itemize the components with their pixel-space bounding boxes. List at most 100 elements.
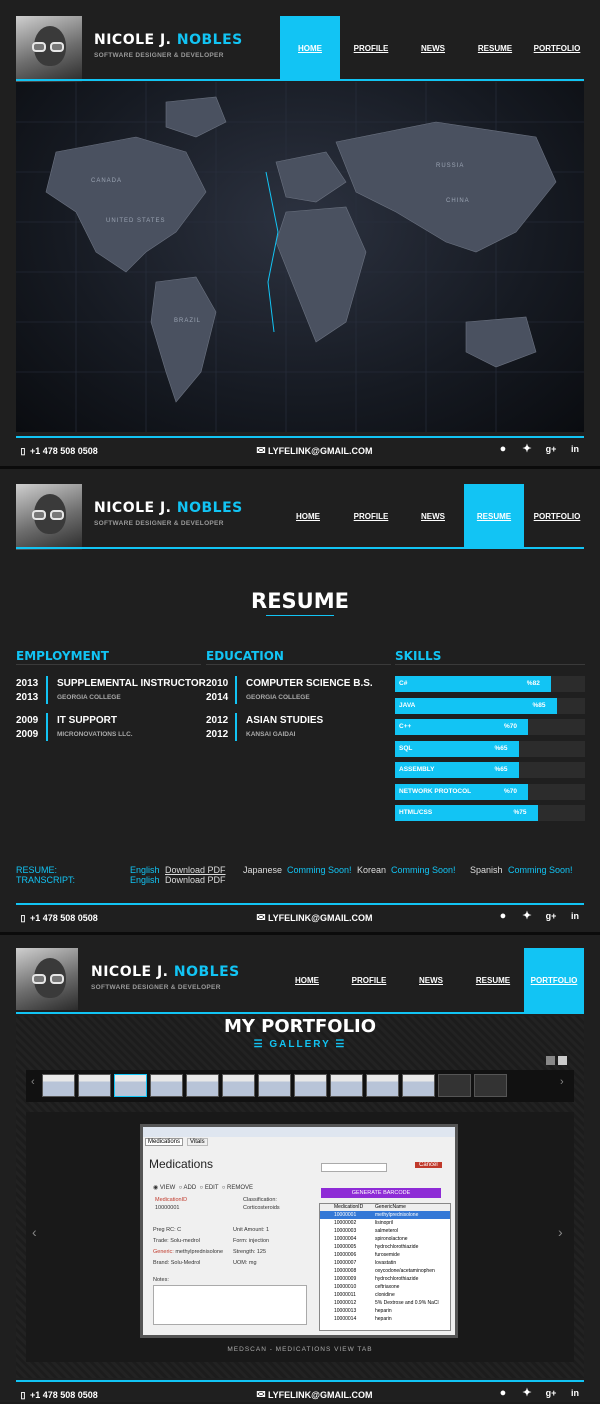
nav-profile[interactable]: PROFILE <box>344 484 398 548</box>
gallery-thumbnail[interactable] <box>186 1074 219 1097</box>
table-row[interactable]: 10000003 salmeterol <box>320 1227 450 1235</box>
medications-table: MedicationID GenericName 10000001 methylpr… <box>319 1203 451 1331</box>
skill-name: ASSEMBLY <box>399 766 435 773</box>
resume-section: NICOLE J. NOBLES SOFTWARE DESIGNER & DEV… <box>0 469 600 932</box>
google-plus-icon[interactable]: g+ <box>544 442 558 456</box>
nav-home[interactable]: HOME <box>280 948 334 1012</box>
nav-profile[interactable]: PROFILE <box>344 16 398 80</box>
portfolio-screenshot[interactable]: Medications Vitals Medications Cancel ◉ … <box>140 1124 458 1338</box>
nav-resume[interactable]: RESUME <box>466 948 520 1012</box>
chevron-right-icon[interactable]: › <box>558 1224 563 1240</box>
site-name: NICOLE J. NOBLES <box>91 964 240 980</box>
gallery-thumbnail[interactable] <box>42 1074 75 1097</box>
skill-percent: %70 <box>504 723 518 730</box>
gallery-thumbnail[interactable] <box>330 1074 363 1097</box>
gallery-thumbnail[interactable] <box>150 1074 183 1097</box>
table-row[interactable]: 10000004 spironolactone <box>320 1235 450 1243</box>
nav-profile[interactable]: PROFILE <box>342 948 396 1012</box>
gallery-thumbnail[interactable] <box>366 1074 399 1097</box>
skill-bar: ASSEMBLY %65 <box>395 762 585 778</box>
footer-phone: ▯ +1 478 508 0508 <box>16 444 98 458</box>
table-row[interactable]: 10000009 hydrochlorothiazide <box>320 1275 450 1283</box>
nav-resume[interactable]: RESUME <box>464 484 524 548</box>
google-plus-icon[interactable]: g+ <box>544 1386 558 1400</box>
gallery-thumbnail[interactable] <box>258 1074 291 1097</box>
chevron-right-icon[interactable]: › <box>560 1076 564 1088</box>
gallery-thumbnail[interactable] <box>474 1074 507 1097</box>
footer-email[interactable]: ✉ LYFELINK@GMAIL.COM <box>254 444 372 458</box>
resume-pdf-link[interactable]: Download PDF <box>165 865 226 875</box>
gallery-thumbnail[interactable] <box>222 1074 255 1097</box>
japanese-label: Japanese <box>243 865 283 875</box>
table-row[interactable]: 10000002 lisinopril <box>320 1219 450 1227</box>
skill-name: NETWORK PROTOCOL <box>399 787 472 795</box>
table-row[interactable]: 10000011 clonidine <box>320 1291 450 1299</box>
nav-portfolio[interactable]: PORTFOLIO <box>530 16 584 80</box>
google-plus-icon[interactable]: g+ <box>544 909 558 923</box>
table-row[interactable]: 10000007 lovastatin <box>320 1259 450 1267</box>
github-icon[interactable]: ● <box>496 1386 510 1400</box>
cancel-button[interactable]: Cancel <box>415 1162 442 1168</box>
footer-email[interactable]: ✉ LYFELINK@GMAIL.COM <box>254 911 372 925</box>
nav-portfolio[interactable]: PORTFOLIO <box>530 484 584 548</box>
gallery-thumbnail[interactable] <box>78 1074 111 1097</box>
english-link[interactable]: English <box>130 865 160 875</box>
nav-resume[interactable]: RESUME <box>468 16 522 80</box>
table-row[interactable]: 10000012 5% Dextrose and 0.9% NaCl <box>320 1299 450 1307</box>
footer-email[interactable]: ✉ LYFELINK@GMAIL.COM <box>254 1388 372 1402</box>
table-row[interactable]: 10000014 heparin <box>320 1315 450 1323</box>
twitter-icon[interactable]: ✦ <box>520 442 534 456</box>
linkedin-icon[interactable]: in <box>568 442 582 456</box>
nav-home[interactable]: HOME <box>280 484 336 548</box>
nav-news[interactable]: NEWS <box>408 948 454 1012</box>
table-row[interactable]: 10000006 furosemide <box>320 1251 450 1259</box>
nav-news[interactable]: NEWS <box>410 16 456 80</box>
skill-bar-fill: C# %82 <box>395 676 551 692</box>
thumbnail-strip: ‹ › <box>26 1070 574 1102</box>
skill-bar-fill: JAVA %85 <box>395 697 557 714</box>
table-row[interactable]: 10000001 methylprednisolone <box>320 1211 450 1219</box>
footer-phone: ▯ +1 478 508 0508 <box>16 911 98 925</box>
english-link[interactable]: English <box>130 875 160 885</box>
footer-phone: ▯ +1 478 508 0508 <box>16 1388 98 1402</box>
site-header: NICOLE J. NOBLES SOFTWARE DESIGNER & DEV… <box>0 948 600 1014</box>
resume-title: RESUME <box>251 589 349 613</box>
linkedin-icon[interactable]: in <box>568 1386 582 1400</box>
github-icon[interactable]: ● <box>496 442 510 456</box>
table-row[interactable]: 10000008 oxycodone/acetaminophen <box>320 1267 450 1275</box>
social-links: ● ✦ g+ in <box>496 1386 582 1400</box>
skill-name: HTML/CSS <box>399 809 433 816</box>
grid-view-icon[interactable] <box>546 1056 555 1065</box>
nav-portfolio[interactable]: PORTFOLIO <box>524 948 584 1012</box>
generate-barcode-button[interactable]: GENERATE BARCODE <box>321 1188 441 1198</box>
skill-percent: %82 <box>526 680 540 687</box>
nav-news[interactable]: NEWS <box>410 484 456 548</box>
employment-heading: EMPLOYMENT <box>16 649 109 663</box>
gallery-thumbnail[interactable] <box>438 1074 471 1097</box>
twitter-icon[interactable]: ✦ <box>520 1386 534 1400</box>
tab-vitals[interactable]: Vitals <box>187 1138 208 1146</box>
table-row[interactable]: 10000010 ceftriaxone <box>320 1283 450 1291</box>
education-org: KANSAI GAIDAI <box>246 731 296 738</box>
skill-name: C++ <box>399 723 412 730</box>
github-icon[interactable]: ● <box>496 909 510 923</box>
table-row[interactable]: 10000005 hydrochlorothiazide <box>320 1243 450 1251</box>
social-links: ● ✦ g+ in <box>496 909 582 923</box>
linkedin-icon[interactable]: in <box>568 909 582 923</box>
tab-medications[interactable]: Medications <box>145 1138 184 1146</box>
gallery-thumbnail[interactable] <box>114 1074 147 1097</box>
gallery-thumbnail[interactable] <box>294 1074 327 1097</box>
transcript-pdf-link[interactable]: Download PDF <box>165 875 226 885</box>
nav-home[interactable]: HOME <box>280 16 340 80</box>
table-row[interactable]: 10000013 heparin <box>320 1307 450 1315</box>
avatar <box>16 16 82 82</box>
gallery-thumbnail[interactable] <box>402 1074 435 1097</box>
header-divider <box>16 1012 584 1014</box>
chevron-left-icon[interactable]: ‹ <box>32 1224 37 1240</box>
chevron-left-icon[interactable]: ‹ <box>31 1076 35 1088</box>
notes-field[interactable] <box>153 1285 307 1325</box>
twitter-icon[interactable]: ✦ <box>520 909 534 923</box>
skill-percent: %70 <box>504 787 518 795</box>
site-tagline: SOFTWARE DESIGNER & DEVELOPER <box>94 520 224 527</box>
list-view-icon[interactable] <box>558 1056 567 1065</box>
